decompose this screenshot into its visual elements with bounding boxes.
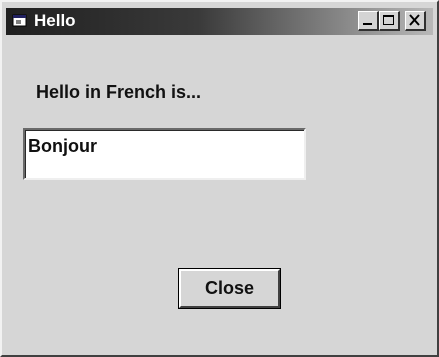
app-window-icon[interactable] [12, 14, 28, 28]
minimize-button[interactable] [358, 11, 379, 31]
title-bar[interactable]: Hello [6, 8, 433, 35]
maximize-button[interactable] [379, 11, 400, 31]
hello-dialog-window: Hello Hello in French is... Bonjour Clos… [0, 0, 439, 357]
maximize-icon [383, 15, 394, 25]
minimize-icon [363, 23, 372, 25]
translation-value: Bonjour [28, 136, 97, 156]
translation-textbox[interactable]: Bonjour [23, 128, 306, 180]
close-button-label: Close [204, 278, 255, 298]
close-window-button[interactable] [405, 11, 426, 31]
close-icon [409, 14, 420, 26]
prompt-label: Hello in French is... [36, 82, 202, 102]
window-title: Hello [34, 11, 76, 30]
close-button[interactable]: Close [178, 268, 281, 309]
